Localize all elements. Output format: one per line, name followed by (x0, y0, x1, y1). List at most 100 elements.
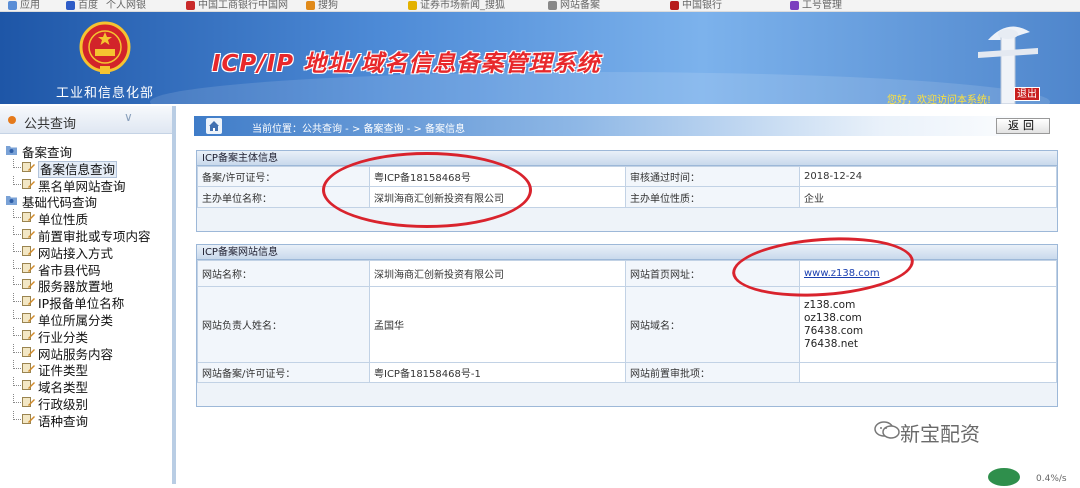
tree-item[interactable]: 证件类型 (0, 360, 172, 379)
approval-date-label: 审核通过时间： (625, 166, 800, 187)
website-info-panel: ICP备案网站信息 网站名称： 深圳海商汇创新投资有限公司 网站首页网址： ww… (196, 244, 1058, 407)
page-pencil-icon (22, 161, 35, 172)
site-license-value: 粤ICP备18158468号-1 (369, 362, 626, 383)
domain-item: 76438.com (804, 324, 864, 337)
wechat-icon (874, 421, 900, 439)
page-icon (548, 0, 557, 10)
tree-item-label: 证件类型 (38, 363, 89, 379)
tree-item[interactable]: 单位性质 (0, 209, 172, 228)
domain-list: z138.com oz138.com 76438.com 76438.net (799, 286, 1057, 363)
apps-icon (8, 0, 17, 10)
tree-item[interactable]: 行业分类 (0, 326, 172, 345)
tree-item-label: 行业分类 (38, 329, 89, 345)
chevron-down-icon[interactable]: ∨ (124, 110, 133, 124)
entity-panel-title: ICP备案主体信息 (197, 151, 1057, 166)
bullet-icon (8, 116, 16, 124)
speed-widget[interactable] (986, 466, 1022, 488)
table-row: 网站名称： 深圳海商汇创新投资有限公司 网站首页网址： www.z138.com (197, 260, 1057, 287)
tree-item[interactable]: 网站接入方式 (0, 242, 172, 261)
back-button[interactable]: 返回 (996, 118, 1050, 134)
tree-item-label: IP报备单位名称 (38, 296, 125, 312)
page-pencil-icon (22, 396, 35, 407)
tree-folder[interactable]: 备案查询 (0, 142, 172, 160)
tree-item[interactable]: 域名类型 (0, 377, 172, 396)
tree-item[interactable]: 备案信息查询 (0, 158, 172, 178)
logout-button[interactable]: 退出 (1014, 87, 1040, 101)
domain-label: 网站域名： (625, 286, 800, 363)
tree-item[interactable]: 服务器放置地 (0, 276, 172, 294)
table-row: 备案/许可证号： 粤ICP备18158468号 审核通过时间： 2018-12-… (197, 166, 1057, 187)
sohu-icon (408, 0, 417, 10)
bookmark-sogou[interactable]: 搜狗 (306, 0, 338, 11)
tree-item[interactable]: 网站服务内容 (0, 343, 172, 362)
paw-icon (66, 0, 75, 10)
homepage-label: 网站首页网址： (625, 260, 800, 287)
homepage-cell: www.z138.com (799, 260, 1057, 287)
home-icon[interactable] (206, 118, 222, 134)
bookmark-bank[interactable]: 个人网银 (106, 0, 146, 11)
organizer-name-label: 主办单位名称： (197, 186, 370, 208)
breadcrumb: 当前位置：公共查询 - > 备案查询 - > 备案信息 (194, 116, 1052, 136)
tree-item-label: 备案查询 (22, 145, 73, 160)
table-row: 主办单位名称： 深圳海商汇创新投资有限公司 主办单位性质： 企业 (197, 186, 1057, 208)
tree-item[interactable]: 前置审批或专项内容 (0, 225, 172, 244)
national-emblem-icon (79, 21, 131, 74)
tree-item[interactable]: 单位所属分类 (0, 309, 172, 328)
tree-item[interactable]: 黑名单网站查询 (0, 175, 172, 194)
bookmark-beian[interactable]: 网站备案 (548, 0, 600, 11)
boc-icon (670, 0, 679, 10)
tree-item[interactable]: 省市县代码 (0, 259, 172, 278)
domain-item: oz138.com (804, 311, 862, 324)
entity-info-panel: ICP备案主体信息 备案/许可证号： 粤ICP备18158468号 审核通过时间… (196, 150, 1058, 232)
tree-item[interactable]: IP报备单位名称 (0, 293, 172, 312)
site-name-value: 深圳海商汇创新投资有限公司 (369, 260, 626, 287)
sidebar-header[interactable]: 公共查询 ∨ (0, 106, 172, 134)
organizer-type-label: 主办单位性质： (625, 186, 800, 208)
tree-item-label: 单位性质 (38, 212, 89, 228)
preapproval-value (799, 362, 1057, 383)
page-pencil-icon (22, 312, 35, 323)
page-pencil-icon (22, 329, 35, 340)
approval-date-value: 2018-12-24 (799, 166, 1057, 187)
bookmark-job[interactable]: 工号管理 (790, 0, 842, 11)
owner-value: 孟国华 (369, 286, 626, 363)
folder-icon (6, 196, 17, 206)
page-pencil-icon (22, 279, 35, 290)
homepage-link[interactable]: www.z138.com (804, 268, 880, 279)
ministry-name: 工业和信息化部 (56, 86, 155, 101)
speed-text: 0.4%/s (1036, 474, 1067, 484)
sidebar: 公共查询 ∨ 备案查询 备案信息查询 黑名单网站查询 基础代码查询单位性质 前置审批或专… (0, 106, 176, 484)
tree-item[interactable]: 行政级别 (0, 393, 172, 412)
tree-item-label: 语种查询 (38, 413, 89, 429)
sogou-icon (306, 0, 315, 10)
sidebar-title: 公共查询 (24, 117, 77, 132)
site-license-label: 网站备案/许可证号： (197, 362, 370, 383)
site-panel-title: ICP备案网站信息 (197, 245, 1057, 260)
bookmark-boc[interactable]: 中国银行 (670, 0, 722, 11)
tree-item-label: 网站接入方式 (38, 245, 114, 261)
watermark-text: 新宝配资 (900, 422, 980, 446)
bookmark-apps[interactable]: 应用 (8, 0, 40, 11)
tree-item[interactable]: 语种查询 (0, 410, 172, 429)
preapproval-label: 网站前置审批项： (625, 362, 800, 383)
page-pencil-icon (22, 228, 35, 239)
tree-item-label: 行政级别 (38, 396, 89, 412)
bookmark-sohu[interactable]: 证券市场新闻_搜狐 (408, 0, 505, 11)
tree-item-label: 黑名单网站查询 (38, 178, 126, 194)
page-pencil-icon (22, 346, 35, 357)
page-pencil-icon (22, 178, 35, 189)
bank-icon (186, 0, 195, 10)
organizer-type-value: 企业 (799, 186, 1057, 208)
breadcrumb-text: 当前位置：公共查询 - > 备案查询 - > 备案信息 (252, 124, 466, 135)
organizer-name-value: 深圳海商汇创新投资有限公司 (369, 186, 626, 208)
license-no-value: 粤ICP备18158468号 (369, 166, 626, 187)
tree-item-label: 域名类型 (38, 380, 89, 396)
page-pencil-icon (22, 380, 35, 391)
bookmark-icbc[interactable]: 中国工商银行中国网 (186, 0, 288, 11)
page-pencil-icon (22, 212, 35, 223)
tree-folder[interactable]: 基础代码查询 (0, 192, 172, 210)
domain-item: 76438.net (804, 337, 858, 350)
tree-item-label: 网站服务内容 (38, 346, 114, 362)
bookmark-baidu[interactable]: 百度 (66, 0, 98, 11)
table-row: 网站负责人姓名： 孟国华 网站域名： z138.com oz138.com 76… (197, 286, 1057, 363)
